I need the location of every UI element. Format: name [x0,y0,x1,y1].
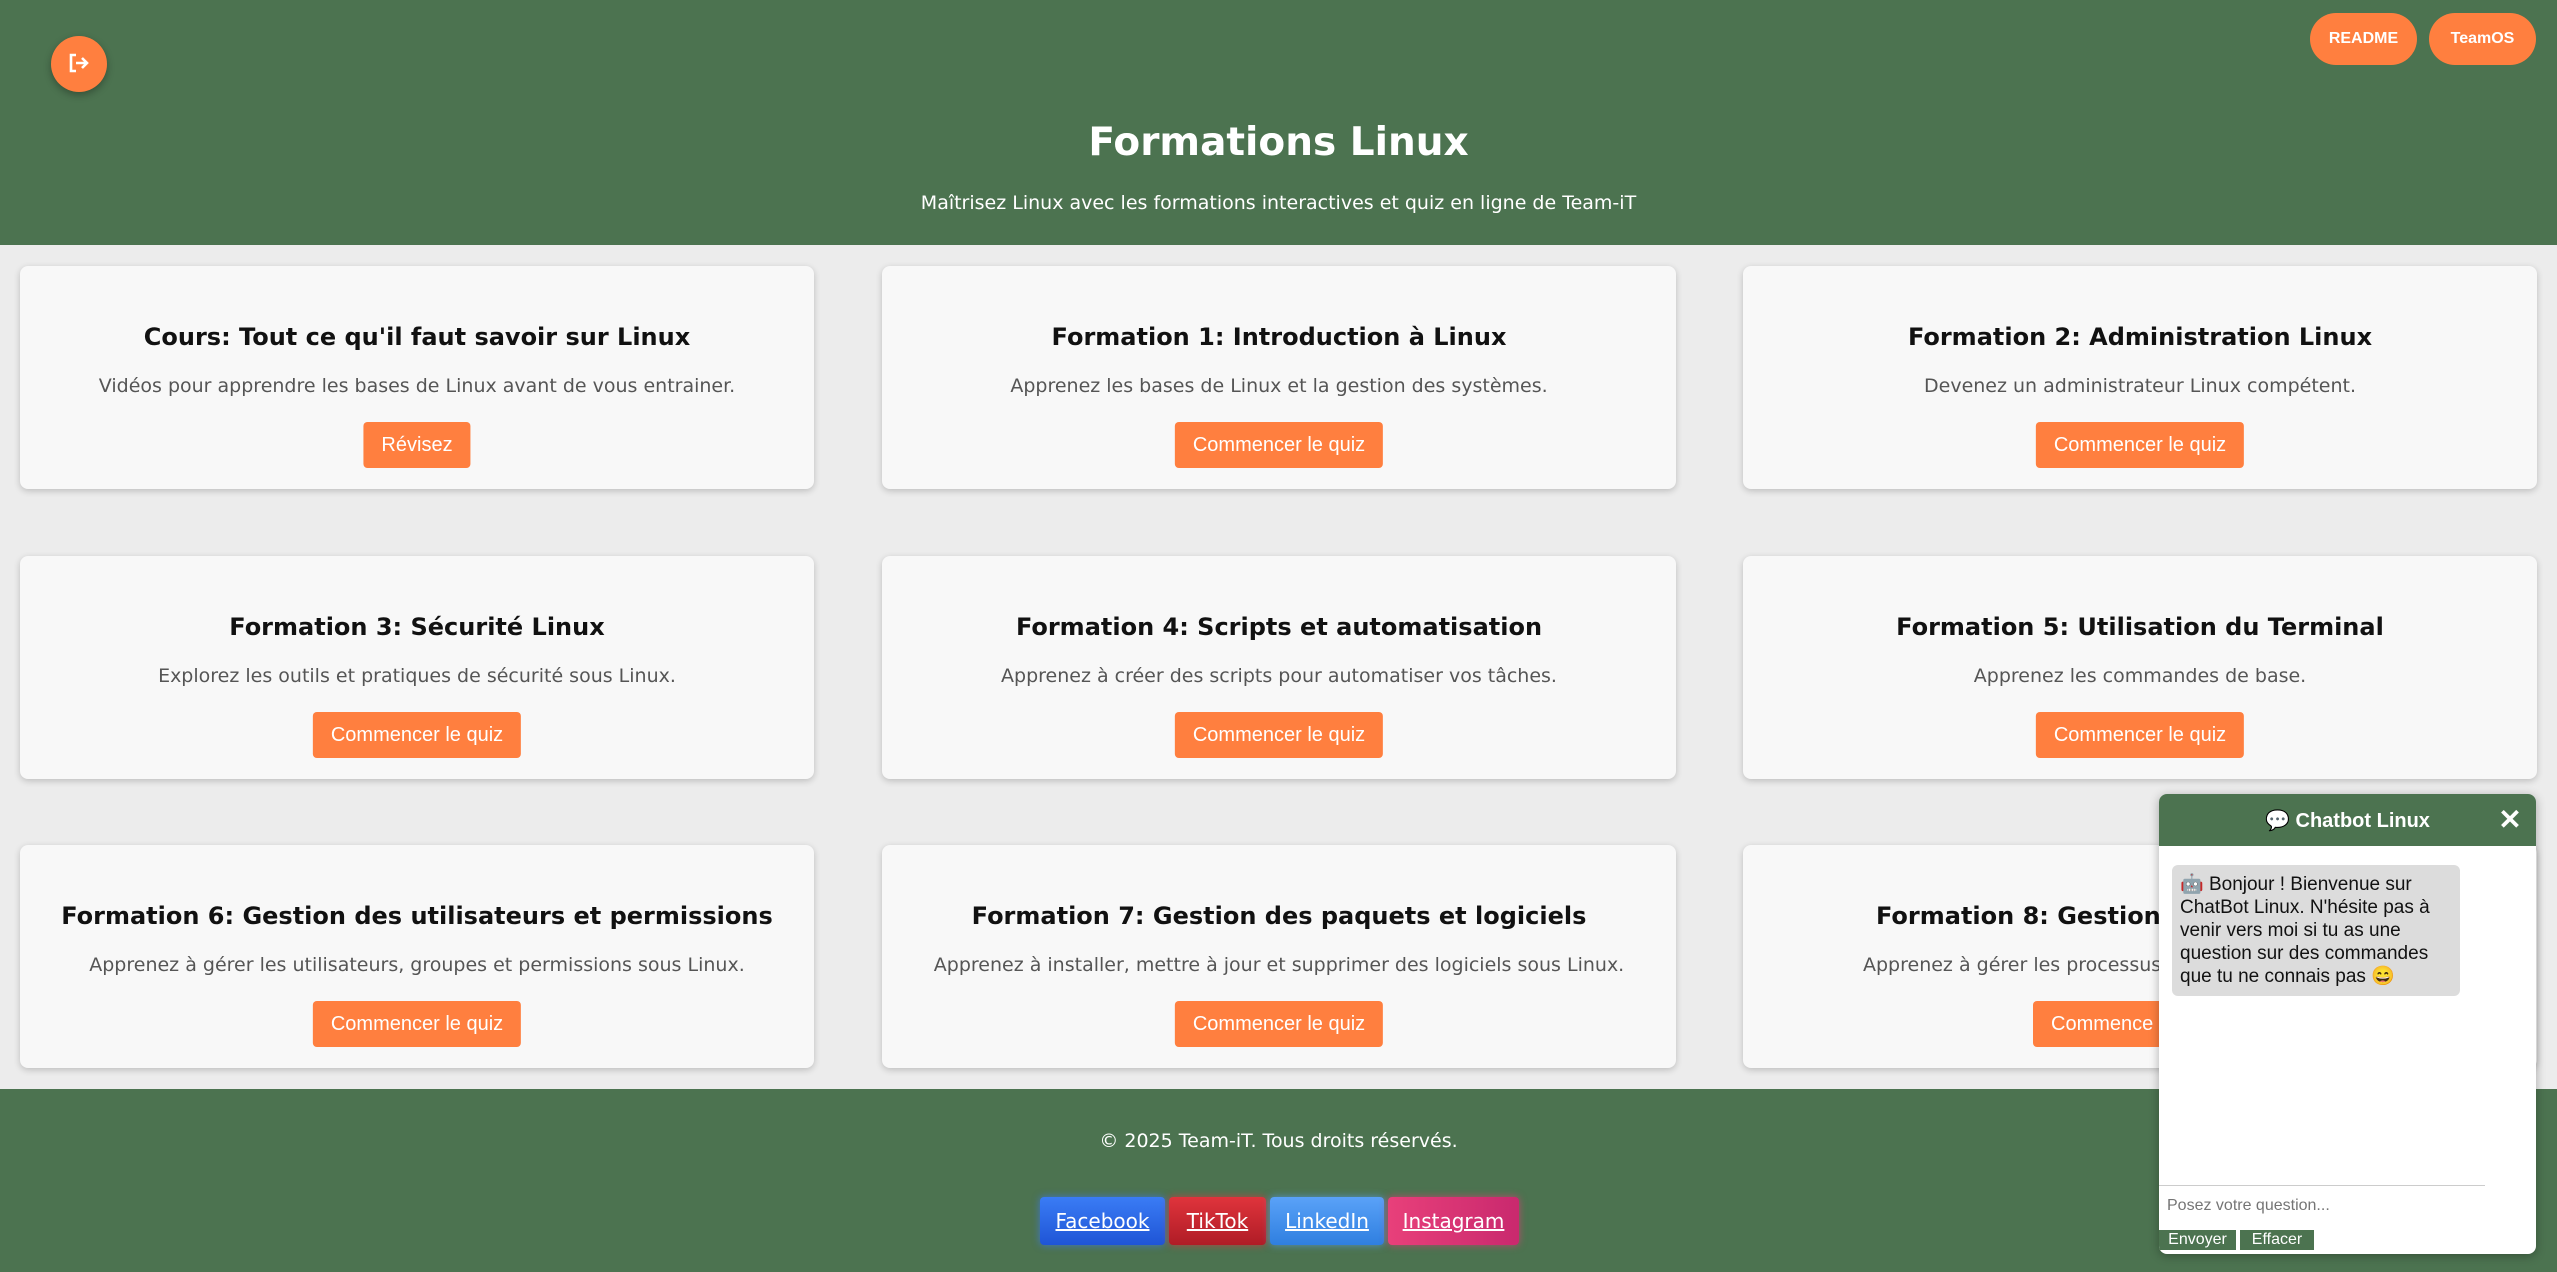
start-quiz-button[interactable]: Commencer le quiz [1174,712,1384,758]
course-card-formation-7: Formation 7: Gestion des paquets et logi… [882,845,1676,1068]
card-title: Formation 5: Utilisation du Terminal [1896,613,2384,641]
card-description: Apprenez les bases de Linux et la gestio… [1010,375,1548,397]
card-description: Vidéos pour apprendre les bases de Linux… [98,375,736,397]
linkedin-link[interactable]: LinkedIn [1270,1197,1384,1245]
card-title: Formation 1: Introduction à Linux [1051,323,1507,351]
course-card-formation-2: Formation 2: Administration Linux Devene… [1743,266,2537,489]
start-quiz-button[interactable]: Commencer le quiz [1174,422,1384,468]
chatbot-title: 💬 Chatbot Linux [2265,809,2430,832]
page-title: Formations Linux [1088,120,1469,165]
course-card-formation-5: Formation 5: Utilisation du Terminal App… [1743,556,2537,779]
course-card-formation-3: Formation 3: Sécurité Linux Explorez les… [20,556,814,779]
chatbot-panel: 💬 Chatbot Linux ✕ 🤖 Bonjour ! Bienvenue … [2159,794,2536,1254]
card-title: Formation 3: Sécurité Linux [229,613,605,641]
chatbot-header: 💬 Chatbot Linux ✕ [2159,794,2536,846]
readme-button[interactable]: README [2310,13,2417,65]
instagram-link[interactable]: Instagram [1388,1197,1519,1245]
teamos-button[interactable]: TeamOS [2429,13,2536,65]
card-description: Apprenez les commandes de base. [1973,665,2307,687]
card-description: Apprenez à installer, mettre à jour et s… [933,954,1625,976]
start-quiz-button[interactable]: Commence [2033,1001,2172,1047]
card-title: Cours: Tout ce qu'il faut savoir sur Lin… [143,323,691,351]
revise-button[interactable]: Révisez [363,422,471,468]
card-description: Explorez les outils et pratiques de sécu… [158,665,676,687]
logout-button[interactable] [51,36,107,92]
start-quiz-button[interactable]: Commencer le quiz [312,1001,522,1047]
card-description: Apprenez à gérer les utilisateurs, group… [89,954,745,976]
course-card-cours: Cours: Tout ce qu'il faut savoir sur Lin… [20,266,814,489]
start-quiz-button[interactable]: Commencer le quiz [2035,712,2245,758]
close-icon[interactable]: ✕ [2494,804,2526,836]
start-quiz-button[interactable]: Commencer le quiz [2035,422,2245,468]
card-title: Formation 4: Scripts et automatisation [1015,613,1543,641]
start-quiz-button[interactable]: Commencer le quiz [1174,1001,1384,1047]
bot-message: 🤖 Bonjour ! Bienvenue sur ChatBot Linux.… [2172,865,2460,996]
chat-question-input[interactable] [2159,1185,2485,1225]
card-description: Apprenez à créer des scripts pour automa… [1001,665,1557,687]
send-button[interactable]: Envoyer [2159,1230,2236,1250]
robot-icon: 🤖 [2180,874,2204,895]
site-header: README TeamOS Formations Linux Maîtrisez… [0,0,2557,245]
course-card-formation-4: Formation 4: Scripts et automatisation A… [882,556,1676,779]
course-card-formation-6: Formation 6: Gestion des utilisateurs et… [20,845,814,1068]
card-title: Formation 2: Administration Linux [1907,323,2373,351]
clear-button[interactable]: Effacer [2240,1230,2314,1250]
course-card-formation-1: Formation 1: Introduction à Linux Appren… [882,266,1676,489]
card-title: Formation 6: Gestion des utilisateurs et… [61,902,773,930]
card-description: Devenez un administrateur Linux compéten… [1924,375,2356,397]
logout-icon [68,53,90,76]
start-quiz-button[interactable]: Commencer le quiz [312,712,522,758]
facebook-link[interactable]: Facebook [1040,1197,1165,1245]
bot-message-text: Bonjour ! Bienvenue sur ChatBot Linux. N… [2180,874,2430,987]
tiktok-link[interactable]: TikTok [1169,1197,1266,1245]
card-title: Formation 7: Gestion des paquets et logi… [971,902,1587,930]
page-subtitle: Maîtrisez Linux avec les formations inte… [920,192,1637,214]
